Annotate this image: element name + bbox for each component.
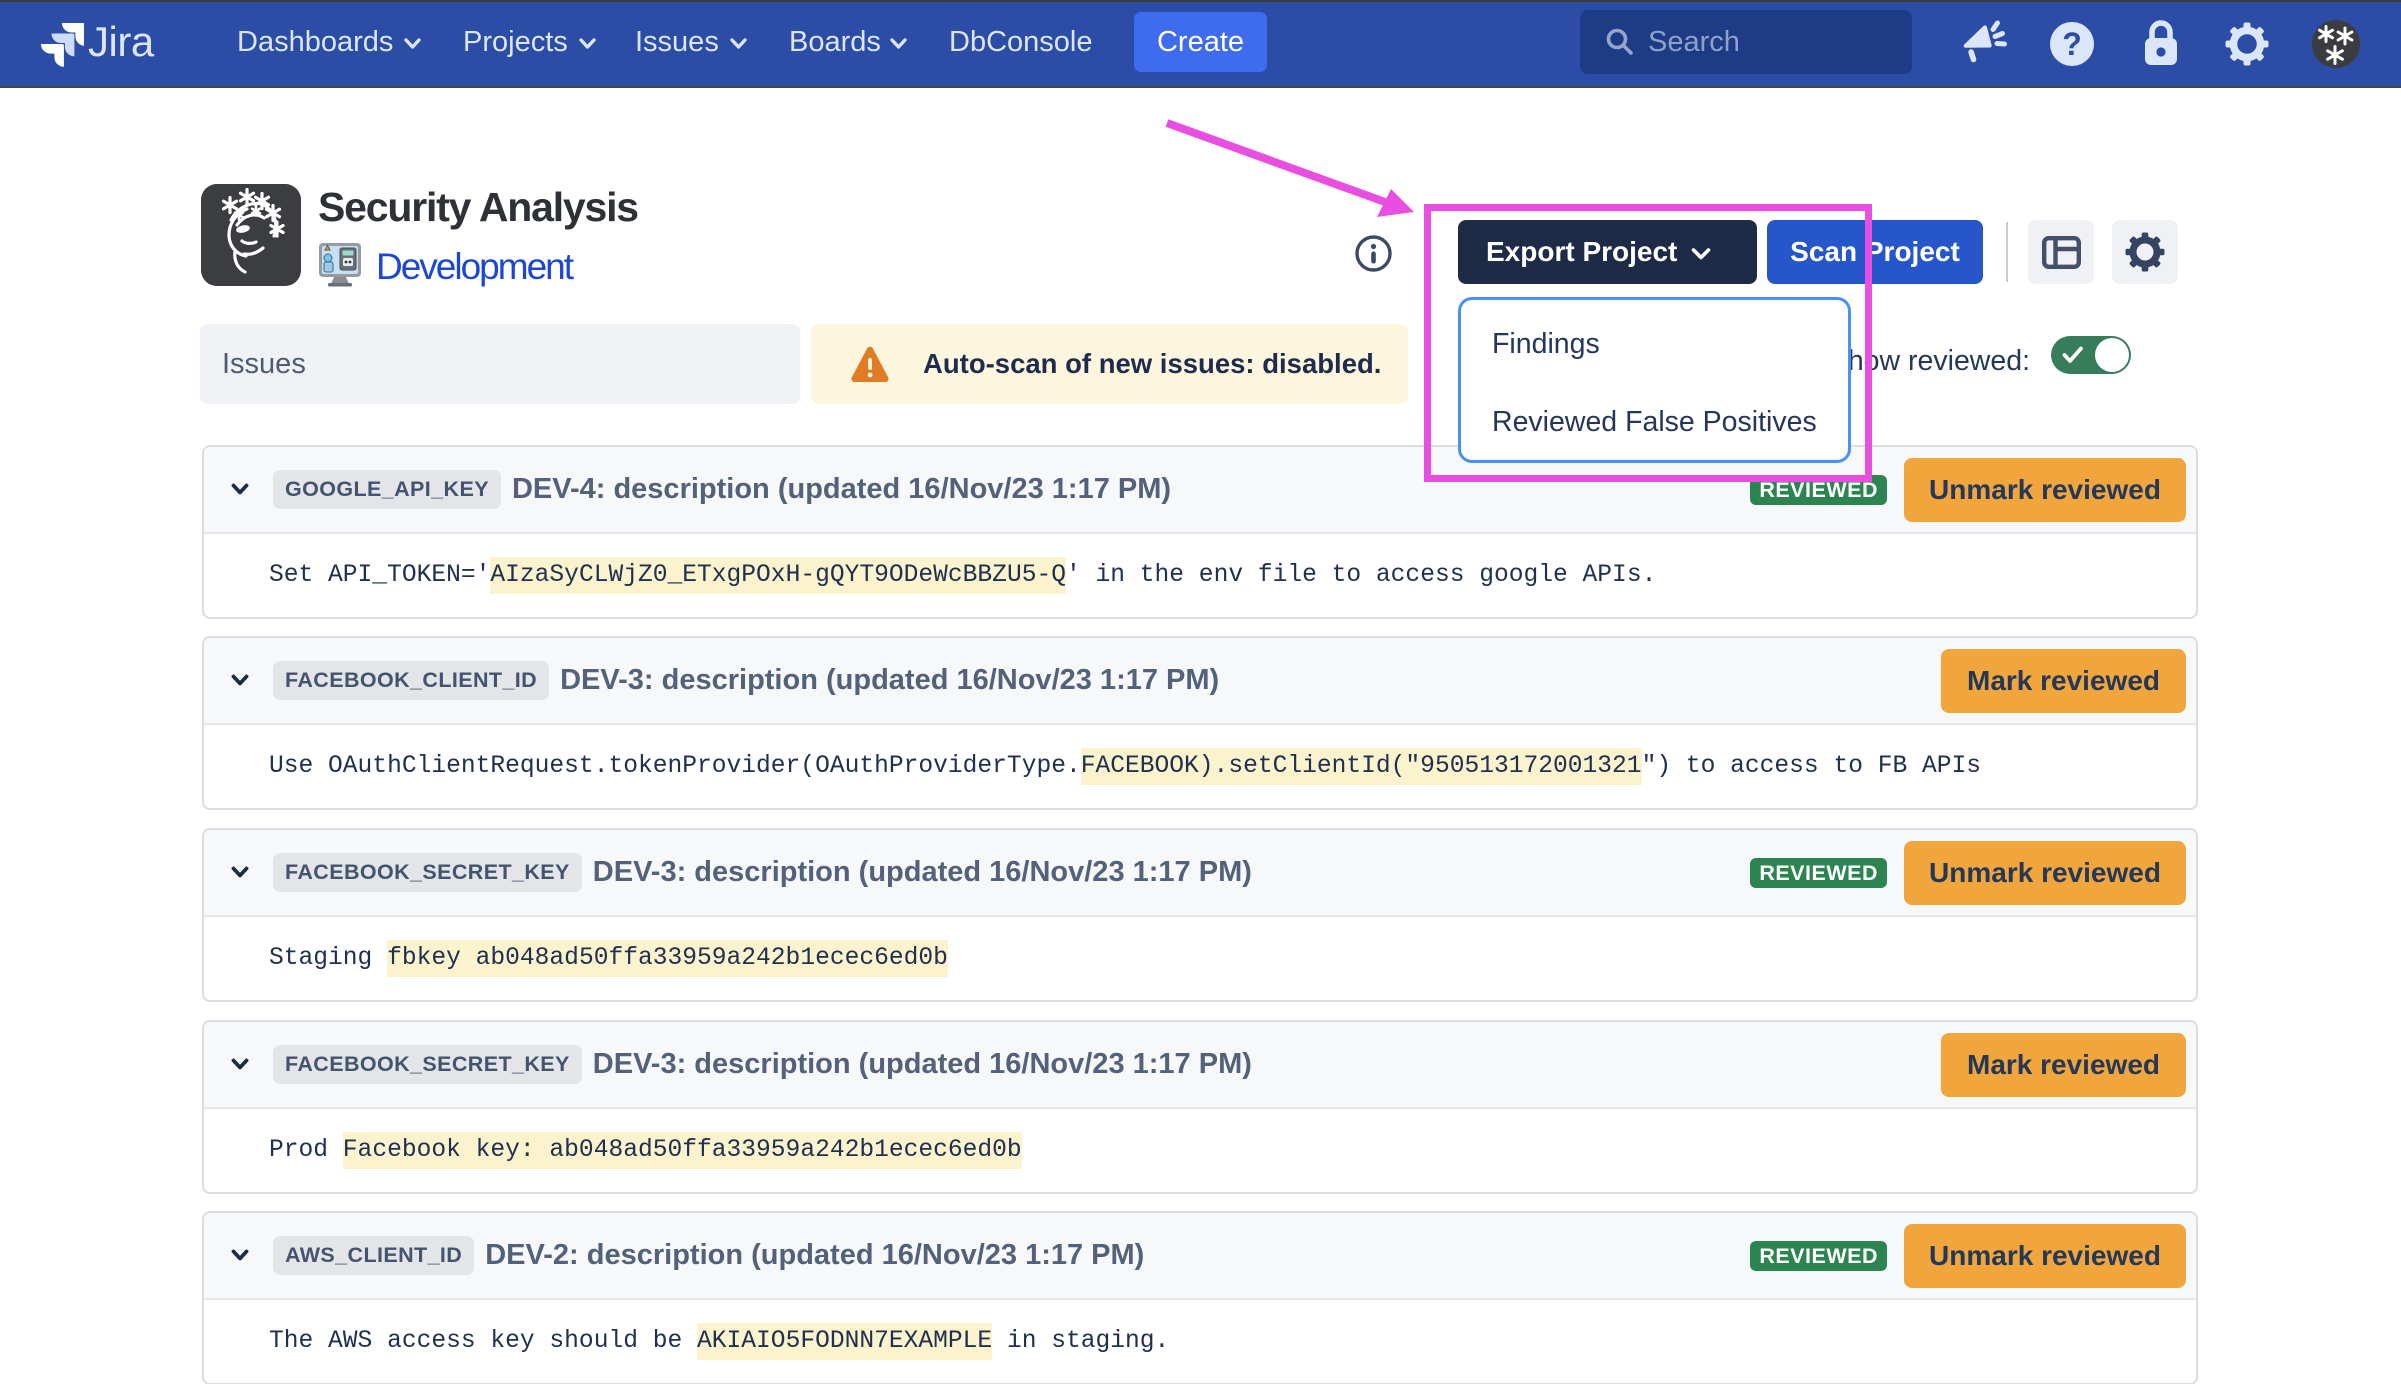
- svg-text:?: ?: [2062, 26, 2082, 62]
